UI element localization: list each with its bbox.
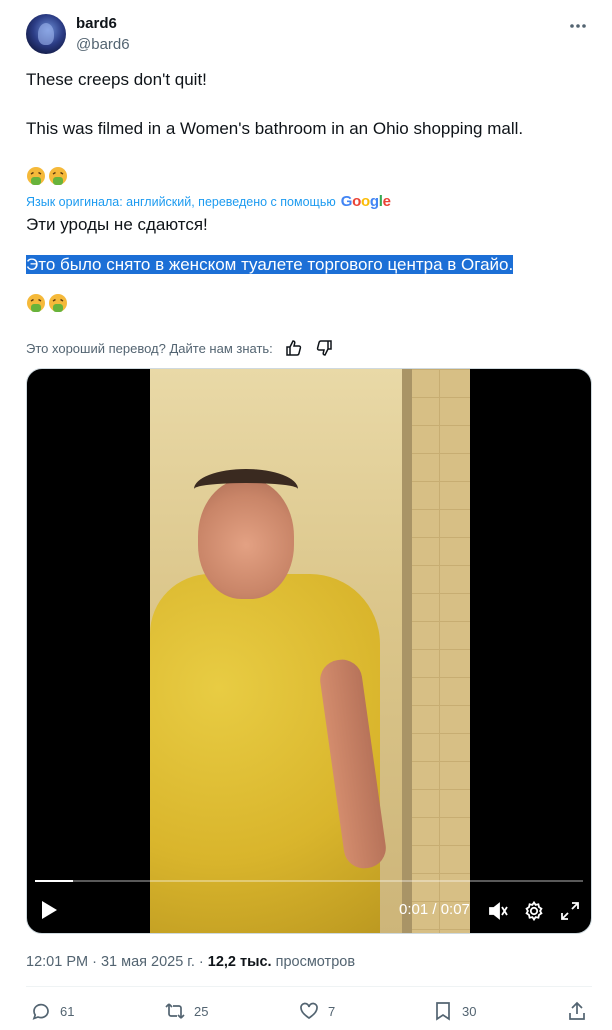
video-progress-fill — [35, 880, 74, 882]
bookmark-icon — [436, 1002, 450, 1021]
reply-button[interactable]: 61 — [30, 1000, 74, 1022]
video-wall-tiles — [408, 369, 470, 933]
repost-icon — [165, 1003, 185, 1019]
fullscreen-icon[interactable] — [559, 900, 581, 922]
tweet-meta: 12:01 PM · 31 мая 2025 г. · 12,2 тыс. пр… — [26, 954, 355, 970]
emoji-row-translated — [26, 293, 68, 313]
video-frame — [150, 369, 470, 933]
video-time: 0:01 / 0:07 — [399, 901, 470, 918]
tweet-timestamp[interactable]: 12:01 PM · 31 мая 2025 г. · — [26, 954, 208, 970]
repost-button[interactable]: 25 — [164, 1000, 208, 1022]
share-icon — [569, 1001, 585, 1020]
thumbs-up-icon[interactable] — [285, 339, 303, 357]
like-button[interactable]: 7 — [298, 1000, 335, 1022]
translation-note-text: Язык оригинала: английский, переведено с… — [26, 194, 336, 209]
bookmark-count: 30 — [462, 1003, 477, 1019]
avatar[interactable] — [26, 14, 66, 54]
video-door-edge — [402, 369, 412, 933]
video-progress-bar[interactable] — [35, 880, 583, 882]
volume-icon[interactable] — [487, 900, 509, 922]
author-display-name[interactable]: bard6 — [76, 15, 117, 32]
vomiting-face-icon — [49, 167, 67, 185]
video-player[interactable]: 0:01 / 0:07 — [26, 368, 592, 934]
vomiting-face-icon — [27, 294, 45, 312]
tweet-text-line-1: These creeps don't quit! — [26, 70, 207, 89]
translation-feedback: Это хороший перевод? Дайте нам знать: — [26, 339, 333, 357]
play-icon[interactable] — [39, 899, 59, 921]
feedback-prompt: Это хороший перевод? Дайте нам знать: — [26, 340, 273, 356]
translation-note[interactable]: Язык оригинала: английский, переведено с… — [26, 193, 391, 210]
emoji-row-original — [26, 166, 68, 186]
translated-line-1: Эти уроды не сдаются! — [26, 215, 208, 234]
heart-icon — [300, 1002, 318, 1020]
more-icon[interactable] — [568, 16, 588, 36]
bookmark-button[interactable]: 30 — [432, 1000, 476, 1022]
reply-count: 61 — [60, 1003, 75, 1019]
vomiting-face-icon — [27, 167, 45, 185]
like-count: 7 — [328, 1003, 336, 1019]
translated-line-2-selection: Это было снято в женском туалете торгово… — [26, 255, 514, 274]
tweet-text-line-2: This was filmed in a Women's bathroom in… — [26, 119, 524, 138]
tweet-header: bard6 @bard6 — [26, 14, 596, 56]
share-button[interactable] — [566, 1000, 588, 1022]
reply-icon — [32, 1003, 49, 1020]
views-count: 12,2 тыс. — [207, 954, 272, 970]
action-bar: 61 25 7 30 — [26, 1000, 592, 1024]
author-handle[interactable]: @bard6 — [76, 36, 130, 53]
google-logo: Google — [340, 193, 391, 210]
thumbs-down-icon[interactable] — [315, 339, 333, 357]
translated-line-2: Это было снято в женском туалете торгово… — [26, 254, 514, 276]
repost-count: 25 — [194, 1003, 209, 1019]
video-person-hair — [194, 469, 298, 509]
views-label: просмотров — [271, 954, 356, 970]
divider — [26, 986, 592, 987]
settings-gear-icon[interactable] — [523, 900, 545, 922]
vomiting-face-icon — [49, 294, 67, 312]
